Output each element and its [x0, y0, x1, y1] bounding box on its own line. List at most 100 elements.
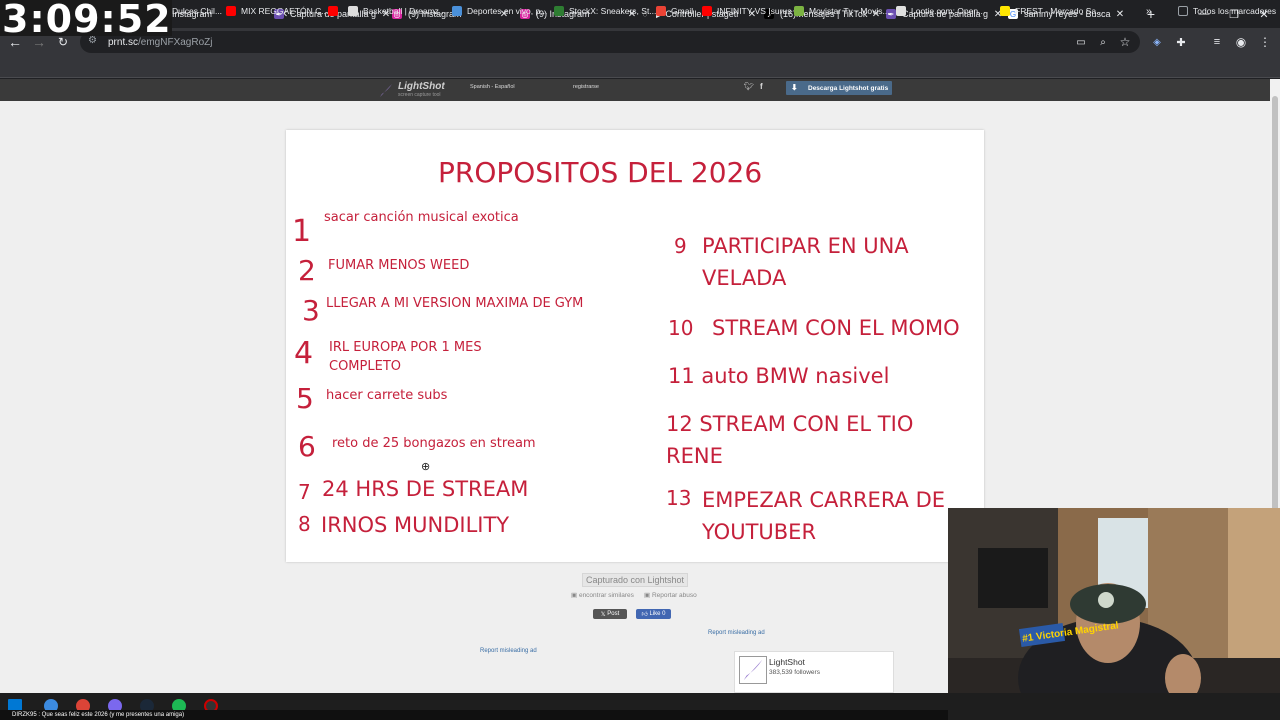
- goal-text-line2: RENE: [666, 444, 723, 468]
- goal-text: EMPEZAR CARRERA DE: [702, 488, 946, 512]
- goal-text: STREAM CON EL MOMO: [712, 316, 960, 340]
- goal-text: 24 HRS DE STREAM: [322, 477, 529, 501]
- goal-number: 7: [298, 480, 311, 504]
- goal-text: 12 STREAM CON EL TIO: [666, 412, 914, 436]
- goal-text: IRNOS MUNDILITY: [321, 513, 510, 537]
- chat-ticker: DIRZK95 : Que seas feliz este 2026 (y me…: [0, 710, 948, 720]
- goal-text: sacar canción musical exotica: [324, 210, 519, 225]
- all-bookmarks-folder[interactable]: Todos los marcadores: [1178, 4, 1276, 18]
- report-ad-link-1[interactable]: Report misleading ad: [708, 630, 765, 636]
- twitter-icon[interactable]: 🐦︎: [744, 82, 754, 91]
- bookmark-label: MIX REGGAETÓN C...: [241, 6, 329, 16]
- download-lightshot-button[interactable]: ⬇ Descarga Lightshot gratis: [786, 81, 892, 95]
- like-button[interactable]: 👍︎ Like 0: [636, 609, 671, 619]
- lightshot-avatar: [739, 656, 767, 684]
- bookmark-favicon: [554, 6, 564, 16]
- bookmark-label: INFINITY VS Isurus: [717, 6, 792, 16]
- bookmark-favicon: [896, 6, 906, 16]
- post-label: Post: [607, 611, 620, 617]
- bookmark-favicon: [794, 6, 804, 16]
- download-icon: ⬇: [791, 83, 798, 92]
- bookmark-favicon: [1000, 6, 1010, 16]
- bookmark-label: Deportes en vivo, p...: [467, 6, 548, 16]
- bookmark-item[interactable]: Basketball | Dreamz...: [348, 4, 446, 18]
- url-field[interactable]: ⚙ prnt.sc/emgNFXagRoZj: [80, 31, 1140, 53]
- post-button[interactable]: 𝕏 Post: [593, 609, 627, 619]
- bookmark-item[interactable]: MIX REGGAETÓN C...: [226, 4, 328, 18]
- lightshot-follow-box[interactable]: LightShot 383,539 followers: [734, 651, 894, 693]
- bookmark-item[interactable]: Lootie.com: Open...: [896, 4, 985, 18]
- webcam-overlay: #1 Victoria Magistral: [948, 508, 1280, 720]
- lightshot-logo[interactable]: LightShot screen capture tool: [378, 80, 458, 100]
- goal-number: 1: [292, 214, 312, 249]
- follow-count: 383,539 followers: [769, 669, 820, 676]
- goal-text: PARTICIPAR EN UNA: [702, 234, 909, 258]
- bookmark-favicon: [328, 6, 338, 16]
- goal-number: 10: [668, 316, 694, 340]
- screenshot-image: PROPOSITOS DEL 2026 ⊕ 1 sacar canción mus…: [286, 130, 984, 562]
- goal-text: LLEGAR A MI VERSION MAXIMA DE GYM: [326, 296, 584, 311]
- profile-avatar-icon[interactable]: ◉: [1230, 31, 1252, 53]
- register-link[interactable]: registrarse: [573, 84, 599, 90]
- goal-number: 5: [296, 382, 314, 415]
- image-title: PROPOSITOS DEL 2026: [438, 156, 763, 189]
- follow-name: LightShot: [769, 657, 805, 667]
- goal-number: 4: [294, 336, 314, 371]
- bookmark-item[interactable]: FREST - Mercado Sa...: [1000, 4, 1103, 18]
- find-similar-label: encontrar similares: [578, 592, 634, 599]
- goal-text: IRL EUROPA POR 1 MES: [329, 340, 482, 355]
- language-selector[interactable]: Spanish - Español: [470, 84, 515, 90]
- bookmark-label: Lootie.com: Open...: [911, 6, 986, 16]
- bookmark-favicon: [656, 6, 666, 16]
- extensions-puzzle-icon[interactable]: ✚: [1170, 31, 1192, 53]
- bookmarks-bar: [0, 56, 1280, 78]
- goal-number: 3: [302, 294, 320, 327]
- bookmark-item[interactable]: StockX: Sneakers, St...: [554, 4, 656, 18]
- cast-icon[interactable]: ▭: [1070, 31, 1092, 53]
- thumbs-up-icon: 👍︎: [641, 612, 650, 618]
- goal-text: 11 auto BMW nasivel: [668, 364, 890, 388]
- lightshot-header: [0, 79, 1270, 101]
- goal-text: reto de 25 bongazos en stream: [332, 436, 536, 451]
- bookmark-item[interactable]: Movistar Tv - Movis...: [794, 4, 890, 18]
- facebook-icon[interactable]: f: [760, 82, 763, 91]
- media-icon[interactable]: ≡: [1206, 31, 1228, 53]
- bookmark-star-icon[interactable]: ☆: [1114, 31, 1136, 53]
- bookmark-item[interactable]: [328, 4, 343, 18]
- goal-number: 6: [298, 430, 316, 463]
- goal-text: FUMAR MENOS WEED: [328, 258, 470, 273]
- lightshot-feather-icon: [743, 659, 763, 681]
- goal-number: 9: [674, 234, 687, 258]
- extension-icon[interactable]: ◈: [1146, 31, 1168, 53]
- report-ad-link-2[interactable]: Report misleading ad: [480, 648, 537, 654]
- captured-with-lightshot: Capturado con Lightshot: [582, 573, 688, 587]
- lightshot-brand: LightShot: [398, 81, 445, 92]
- bookmark-label: FREST - Mercado Sa...: [1015, 6, 1104, 16]
- bookmark-item[interactable]: Deportes en vivo, p...: [452, 4, 547, 18]
- find-similar-link[interactable]: ▣ encontrar similares: [571, 591, 634, 599]
- bookmark-favicon: [702, 6, 712, 16]
- webcam-feed: #1 Victoria Magistral: [948, 508, 1280, 720]
- lightshot-feather-icon: [380, 84, 392, 97]
- goal-text-line2: YOUTUBER: [702, 520, 817, 544]
- bookmark-favicon: [452, 6, 462, 16]
- more-bookmarks-icon[interactable]: »: [1146, 4, 1152, 18]
- menu-dots-icon[interactable]: ⋮: [1254, 31, 1276, 53]
- bookmark-item[interactable]: Gmail: [656, 4, 693, 18]
- report-abuse-label: Reportar abuso: [651, 592, 697, 599]
- bookmark-label: Gmail: [671, 6, 694, 16]
- lightshot-tagline: screen capture tool: [398, 92, 441, 98]
- folder-icon: [1178, 6, 1188, 16]
- goal-number: 2: [298, 254, 316, 287]
- like-label: Like 0: [649, 611, 666, 617]
- report-abuse-link[interactable]: ▣ Reportar abuso: [644, 591, 697, 599]
- goal-number: 13: [666, 486, 692, 510]
- bookmark-item[interactable]: INFINITY VS Isurus: [702, 4, 791, 18]
- tab-close-icon[interactable]: ✕: [1114, 9, 1126, 20]
- zoom-icon[interactable]: ⌕: [1092, 31, 1114, 53]
- bookmark-label: StockX: Sneakers, St...: [569, 6, 657, 16]
- bookmark-label: Movistar Tv - Movis...: [809, 6, 890, 16]
- stream-clock-overlay: 3:09:52: [0, 0, 172, 41]
- bookmark-favicon: [226, 6, 236, 16]
- goal-text: hacer carrete subs: [326, 388, 448, 403]
